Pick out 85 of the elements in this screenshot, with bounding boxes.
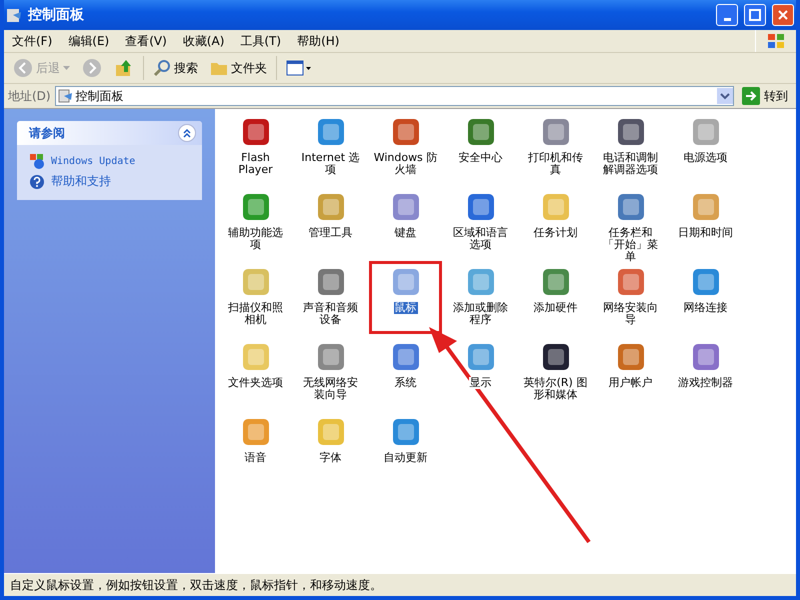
item-label: 字体 [318, 452, 342, 464]
maximize-button[interactable] [744, 4, 766, 26]
address-field[interactable]: 控制面板 [54, 86, 734, 106]
control-panel-item[interactable]: 系统 [369, 336, 442, 409]
maximize-icon [749, 9, 761, 21]
control-panel-item[interactable]: 电话和调制解调器选项 [594, 111, 667, 184]
control-panel-item[interactable]: 文件夹选项 [219, 336, 292, 409]
item-label: 用户帐户 [608, 377, 654, 389]
folder-up-icon [114, 58, 134, 78]
item-label: 文件夹选项 [227, 377, 284, 389]
item-label: 管理工具 [308, 227, 354, 239]
help-icon [29, 174, 45, 190]
address-label: 地址(D) [8, 88, 51, 104]
menu-item[interactable]: 文件(F) [4, 32, 60, 50]
control-panel-item[interactable]: 日期和时间 [669, 186, 742, 259]
chevron-icon [182, 128, 192, 138]
panel-title: 请参阅 [29, 124, 65, 142]
item-label: 鼠标 [394, 302, 418, 314]
sidebar-link[interactable]: 帮助和支持 [51, 173, 111, 190]
arrow-right-icon [742, 87, 760, 105]
views-icon [286, 59, 312, 77]
folders-button[interactable]: 文件夹 [207, 58, 270, 78]
dropdown-icon[interactable] [717, 88, 733, 104]
minimize-icon [724, 18, 730, 20]
control-panel-item[interactable]: 管理工具 [294, 186, 367, 259]
control-panel-item[interactable]: Windows 防火墙 [369, 111, 442, 184]
control-panel-item[interactable]: 声音和音频设备 [294, 261, 367, 334]
control-panel-item[interactable]: 无线网络安装向导 [294, 336, 367, 409]
control-panel-item[interactable]: 添加硬件 [519, 261, 592, 334]
collapse-button[interactable] [178, 124, 196, 142]
item-label: 英特尔(R) 图形和媒体 [522, 377, 589, 401]
control-panel-item[interactable]: 任务计划 [519, 186, 592, 259]
control-panel-item[interactable]: 键盘 [369, 186, 442, 259]
control-panel-item[interactable]: 打印机和传真 [519, 111, 592, 184]
control-panel-item[interactable]: 自动更新 [369, 411, 442, 484]
menu-item[interactable]: 工具(T) [232, 32, 290, 50]
status-text: 自定义鼠标设置，例如按钮设置，双击速度，鼠标指针，和移动速度。 [10, 576, 382, 594]
item-label: 任务计划 [532, 227, 578, 239]
control-panel-item[interactable]: 添加或删除程序 [444, 261, 517, 334]
control-panel-item[interactable]: 扫描仪和照相机 [219, 261, 292, 334]
item-label: 语音 [244, 452, 268, 464]
item-label: 自动更新 [382, 452, 428, 464]
control-panel-item[interactable]: 游戏控制器 [669, 336, 742, 409]
item-label: 安全中心 [458, 152, 504, 164]
control-panel-item[interactable]: 区域和语言选项 [444, 186, 517, 259]
item-label: 电源选项 [682, 152, 728, 164]
item-label: 添加硬件 [532, 302, 578, 314]
menu-item[interactable]: 查看(V) [117, 32, 175, 50]
control-panel-item[interactable]: 网络安装向导 [594, 261, 667, 334]
control-panel-item[interactable]: 语音 [219, 411, 292, 484]
close-icon [777, 9, 789, 21]
control-panel-item[interactable]: 显示 [444, 336, 517, 409]
control-panel-icon [58, 89, 72, 103]
control-panel-item[interactable]: 字体 [294, 411, 367, 484]
search-icon [153, 59, 171, 77]
close-button[interactable] [772, 4, 794, 26]
control-panel-item[interactable]: 电源选项 [669, 111, 742, 184]
windows-update-icon [29, 153, 45, 169]
sidebar-link[interactable]: Windows Update [51, 156, 136, 166]
minimize-button[interactable] [716, 4, 738, 26]
control-panel-item[interactable]: 网络连接 [669, 261, 742, 334]
go-button[interactable]: 转到 [738, 87, 792, 105]
item-label: 显示 [468, 377, 492, 389]
address-value: 控制面板 [76, 88, 124, 104]
item-label: 系统 [394, 377, 418, 389]
folder-icon [210, 60, 228, 76]
control-panel-item[interactable]: 鼠标 [369, 261, 442, 334]
item-label: 键盘 [394, 227, 418, 239]
item-label: Windows 防火墙 [372, 152, 439, 176]
window-title: 控制面板 [28, 6, 85, 24]
control-panel-item[interactable]: 辅助功能选项 [219, 186, 292, 259]
control-panel-item[interactable]: 用户帐户 [594, 336, 667, 409]
control-panel-icon [6, 7, 22, 23]
caret-icon [63, 66, 70, 70]
control-panel-item[interactable]: 英特尔(R) 图形和媒体 [519, 336, 592, 409]
control-panel-item[interactable]: Internet 选项 [294, 111, 367, 184]
control-panel-item[interactable]: Flash Player [219, 111, 292, 184]
control-panel-item[interactable]: 安全中心 [444, 111, 517, 184]
menu-item[interactable]: 收藏(A) [174, 32, 232, 50]
item-label: 日期和时间 [677, 227, 734, 239]
item-label: 游戏控制器 [677, 377, 734, 389]
menu-item[interactable]: 帮助(H) [289, 32, 348, 50]
item-label: 网络连接 [682, 302, 728, 314]
menu-item[interactable]: 编辑(E) [60, 32, 118, 50]
search-button[interactable]: 搜索 [150, 57, 201, 79]
